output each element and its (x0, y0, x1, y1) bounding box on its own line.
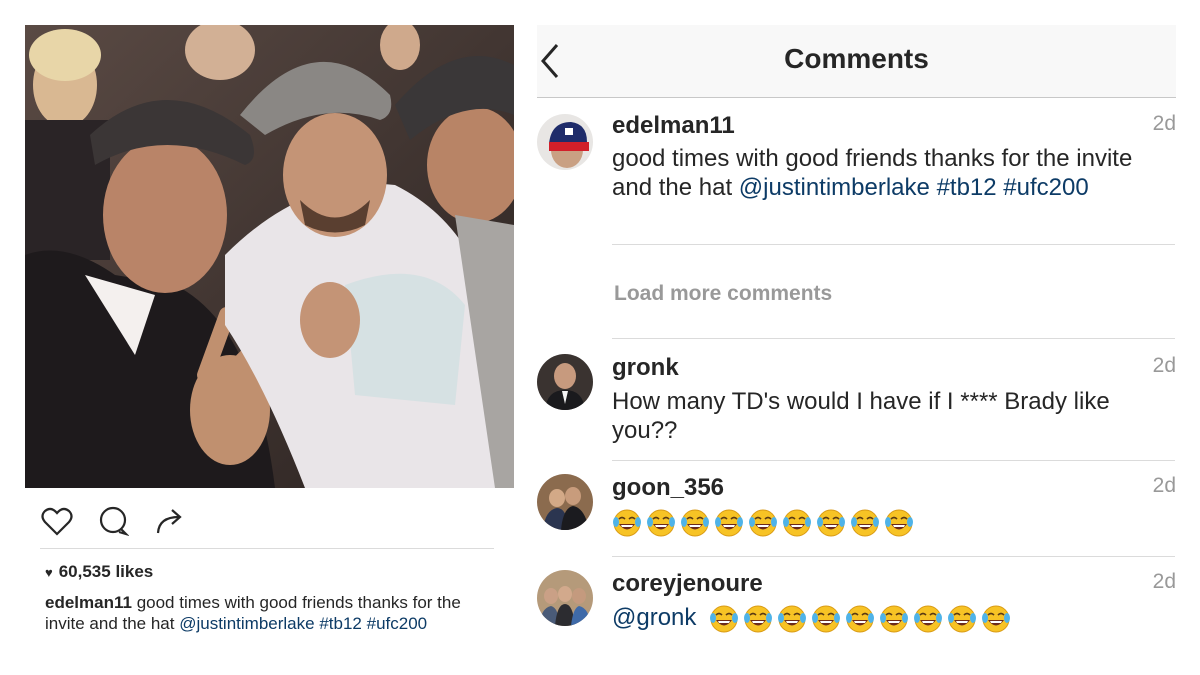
comment-text: How many TD's would I have if I **** Bra… (612, 388, 1110, 444)
comment-icon[interactable] (96, 504, 130, 538)
comment-mention[interactable]: @justintimberlake (739, 174, 930, 201)
post-photo[interactable] (25, 25, 514, 488)
comment-divider (612, 460, 1175, 461)
avatar[interactable] (537, 570, 593, 626)
comment-divider (612, 556, 1175, 557)
likes-count[interactable]: ♥ 60,535 likes (45, 562, 153, 582)
comment-divider (612, 338, 1175, 339)
tears-of-joy-emoji (709, 604, 739, 634)
likes-count-text: 60,535 likes (58, 562, 154, 581)
comment-username[interactable]: gronk (612, 354, 679, 382)
tears-of-joy-emoji (612, 508, 642, 538)
post-action-row (40, 504, 186, 538)
tears-of-joy-emoji (646, 508, 676, 538)
comment-text: @gronk (612, 603, 1172, 634)
comment-timestamp: 2d (1152, 354, 1176, 377)
share-icon[interactable] (152, 504, 186, 538)
tears-of-joy-emoji (680, 508, 710, 538)
load-more-comments-button[interactable]: Load more comments (614, 282, 832, 306)
avatar[interactable] (537, 114, 593, 170)
caption-username[interactable]: edelman11 (45, 593, 132, 612)
comment-item: gronk 2d How many TD's would I have if I… (537, 354, 1176, 454)
page-title: Comments (784, 43, 929, 74)
comment-item: goon_356 2d (537, 474, 1176, 544)
tears-of-joy-emoji (782, 508, 812, 538)
tears-of-joy-emoji (714, 508, 744, 538)
post-caption: edelman11 good times with good friends t… (45, 592, 495, 634)
tears-of-joy-emoji (811, 604, 841, 634)
heart-icon[interactable] (40, 504, 74, 538)
tears-of-joy-emoji (743, 604, 773, 634)
heart-small-icon: ♥ (45, 564, 53, 580)
tears-of-joy-emoji (816, 508, 846, 538)
tears-of-joy-emoji (777, 604, 807, 634)
comment-timestamp: 2d (1152, 570, 1176, 593)
caption-comment: edelman11 2d good times with good friend… (537, 112, 1176, 242)
post-divider (40, 548, 494, 549)
avatar[interactable] (537, 474, 593, 530)
tears-of-joy-emoji (879, 604, 909, 634)
tears-of-joy-emoji (850, 508, 880, 538)
caption-hashtag[interactable]: #ufc200 (367, 614, 428, 633)
comment-username[interactable]: coreyjenoure (612, 570, 763, 598)
comment-item: coreyjenoure 2d @gronk (537, 570, 1176, 640)
tears-of-joy-emoji (884, 508, 914, 538)
comment-text: good times with good friends thanks for … (612, 144, 1172, 202)
emoji-row (612, 508, 914, 538)
comment-hashtag[interactable]: #tb12 (937, 174, 997, 201)
comment-hashtag[interactable]: #ufc200 (1003, 174, 1088, 201)
caption-hashtag[interactable]: #tb12 (319, 614, 362, 633)
comment-username[interactable]: goon_356 (612, 474, 724, 502)
tears-of-joy-emoji (913, 604, 943, 634)
tears-of-joy-emoji (947, 604, 977, 634)
tears-of-joy-emoji (981, 604, 1011, 634)
comments-header: Comments (537, 25, 1176, 98)
avatar[interactable] (537, 354, 593, 410)
emoji-row (709, 604, 1011, 634)
tears-of-joy-emoji (748, 508, 778, 538)
comment-text (612, 507, 1172, 538)
caption-mention[interactable]: @justintimberlake (179, 614, 314, 633)
comment-timestamp: 2d (1152, 112, 1176, 135)
tears-of-joy-emoji (845, 604, 875, 634)
comment-mention[interactable]: @gronk (612, 604, 696, 631)
comment-divider (612, 244, 1175, 245)
comment-username[interactable]: edelman11 (612, 112, 735, 140)
comment-timestamp: 2d (1152, 474, 1176, 497)
